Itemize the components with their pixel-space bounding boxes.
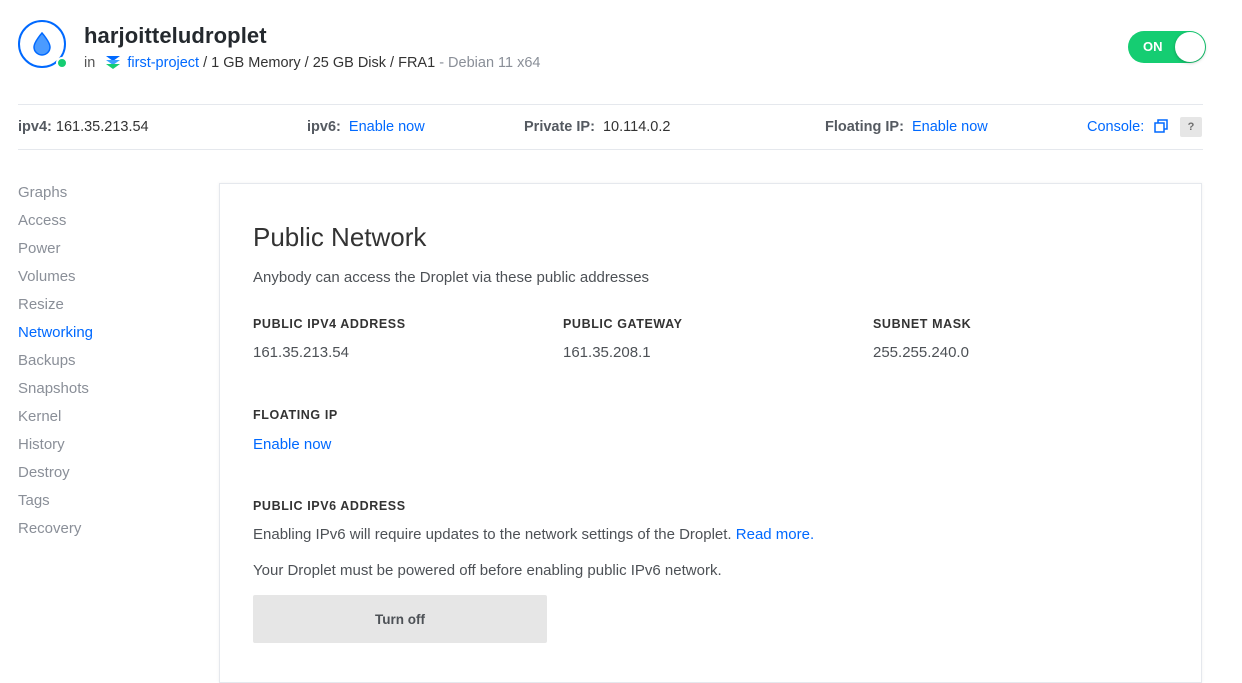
ipv6-enable-link[interactable]: Enable now bbox=[349, 119, 425, 135]
sidebar-item-graphs[interactable]: Graphs bbox=[18, 184, 67, 201]
external-window-icon[interactable] bbox=[1154, 119, 1169, 133]
droplet-name: harjoitteludroplet bbox=[84, 23, 267, 48]
status-online-dot bbox=[56, 57, 68, 69]
floating-ip-section-label: FLOATING IP bbox=[253, 408, 338, 422]
help-button[interactable]: ? bbox=[1180, 117, 1202, 137]
public-network-panel: Public Network Anybody can access the Dr… bbox=[219, 183, 1202, 683]
sidebar-item-power[interactable]: Power bbox=[18, 240, 61, 257]
console-link-wrap[interactable]: Console: bbox=[1087, 119, 1169, 135]
sidebar-item-volumes[interactable]: Volumes bbox=[18, 268, 76, 285]
power-toggle[interactable]: ON bbox=[1128, 31, 1206, 63]
droplet-header: harjoitteludroplet in first-project / 1 … bbox=[18, 20, 1206, 76]
power-toggle-label: ON bbox=[1143, 39, 1163, 54]
ipv6-power-note: Your Droplet must be powered off before … bbox=[253, 562, 722, 579]
floating-ip-info: Floating IP: Enable now bbox=[825, 119, 988, 135]
sidebar-item-tags[interactable]: Tags bbox=[18, 492, 50, 509]
sidebar-item-resize[interactable]: Resize bbox=[18, 296, 64, 313]
droplet-subtitle: in first-project / 1 GB Memory / 25 GB D… bbox=[84, 55, 541, 71]
public-ipv4-value: 161.35.213.54 bbox=[253, 344, 349, 361]
public-ipv4-label: PUBLIC IPV4 ADDRESS bbox=[253, 317, 406, 331]
sidebar-item-networking[interactable]: Networking bbox=[18, 324, 93, 341]
private-ip-label: Private IP: bbox=[524, 119, 595, 135]
private-ip-value: 10.114.0.2 bbox=[602, 119, 671, 135]
sidebar-item-snapshots[interactable]: Snapshots bbox=[18, 380, 89, 397]
ipv4-label: ipv4: bbox=[18, 119, 52, 135]
public-ipv6-label: PUBLIC IPV6 ADDRESS bbox=[253, 499, 406, 513]
private-ip-info: Private IP: 10.114.0.2 bbox=[524, 119, 670, 135]
public-gateway-label: PUBLIC GATEWAY bbox=[563, 317, 683, 331]
in-label: in bbox=[84, 55, 96, 71]
ipv6-note: Enabling IPv6 will require updates to th… bbox=[253, 526, 814, 543]
ipv6-note-text: Enabling IPv6 will require updates to th… bbox=[253, 526, 732, 543]
section-title: Public Network bbox=[253, 222, 427, 252]
sidebar-item-access[interactable]: Access bbox=[18, 212, 66, 229]
sidebar-item-history[interactable]: History bbox=[18, 436, 65, 453]
turn-off-button[interactable]: Turn off bbox=[253, 595, 547, 643]
sidebar-item-backups[interactable]: Backups bbox=[18, 352, 76, 369]
ipv6-label: ipv6: bbox=[307, 119, 341, 135]
sidebar-item-destroy[interactable]: Destroy bbox=[18, 464, 70, 481]
floating-ip-enable-link[interactable]: Enable now bbox=[912, 119, 988, 135]
ip-info-bar: ipv4: 161.35.213.54 ipv6: Enable now Pri… bbox=[18, 104, 1203, 150]
project-icon bbox=[106, 56, 121, 69]
power-toggle-knob bbox=[1175, 32, 1205, 62]
sidebar-item-recovery[interactable]: Recovery bbox=[18, 520, 81, 537]
read-more-link[interactable]: Read more. bbox=[736, 526, 814, 543]
public-gateway-value: 161.35.208.1 bbox=[563, 344, 651, 361]
sidebar-item-kernel[interactable]: Kernel bbox=[18, 408, 61, 425]
subnet-mask-value: 255.255.240.0 bbox=[873, 344, 969, 361]
ipv6-info: ipv6: Enable now bbox=[307, 119, 425, 135]
ipv4-value: 161.35.213.54 bbox=[55, 119, 149, 135]
ipv4-info: ipv4: 161.35.213.54 bbox=[18, 119, 149, 135]
floating-ip-label: Floating IP: bbox=[825, 119, 904, 135]
droplet-os: - Debian 11 x64 bbox=[439, 55, 541, 71]
floating-ip-enable-now[interactable]: Enable now bbox=[253, 436, 331, 453]
droplet-specs: / 1 GB Memory / 25 GB Disk / FRA1 bbox=[203, 55, 436, 71]
project-link[interactable]: first-project bbox=[127, 55, 199, 71]
subnet-mask-label: SUBNET MASK bbox=[873, 317, 972, 331]
console-link[interactable]: Console: bbox=[1087, 119, 1144, 135]
section-description: Anybody can access the Droplet via these… bbox=[253, 269, 650, 286]
